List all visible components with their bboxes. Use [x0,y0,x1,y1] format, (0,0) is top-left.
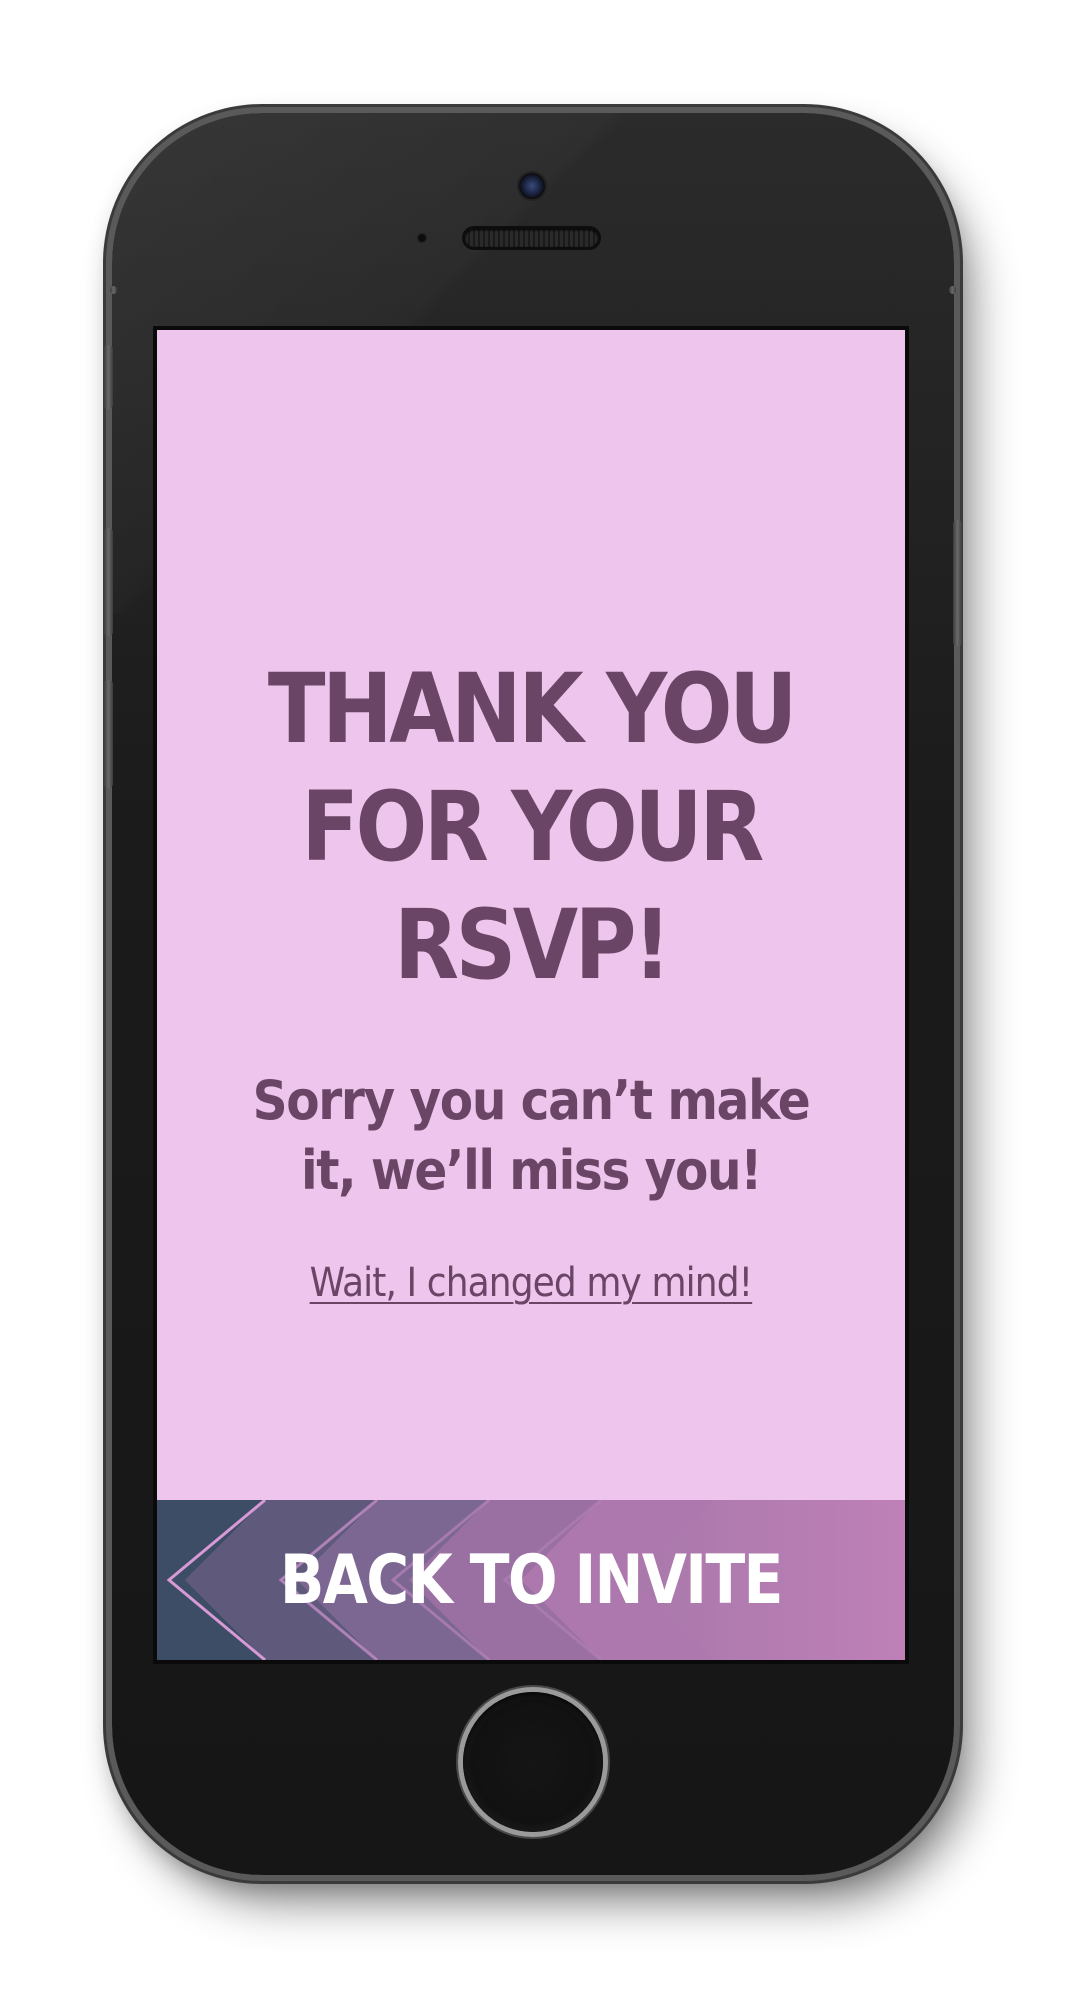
mute-switch [104,345,113,409]
proximity-sensor [417,233,427,243]
phone-screen: THANK YOU FOR YOUR RSVP! Sorry you can’t… [157,330,905,1660]
volume-down-button [104,680,113,788]
earpiece-speaker [465,229,598,247]
back-to-invite-label: BACK TO INVITE [157,1500,905,1660]
back-to-invite-text: BACK TO INVITE [280,1540,784,1620]
page-title: THANK YOU FOR YOUR RSVP! [267,653,798,1001]
stage: THANK YOU FOR YOUR RSVP! Sorry you can’t… [0,0,1066,1997]
volume-up-button [104,528,113,636]
back-to-invite-button[interactable]: BACK TO INVITE [157,1500,905,1660]
antenna-band-top [949,286,956,294]
decline-message: Sorry you can’t make it, we’ll miss you! [252,1069,811,1202]
antenna-band-top-left [110,286,117,294]
rsvp-confirmation: THANK YOU FOR YOUR RSVP! Sorry you can’t… [157,330,905,1500]
change-mind-link[interactable]: Wait, I changed my mind! [310,1260,753,1306]
front-camera [519,173,545,199]
power-button [953,520,962,646]
home-button[interactable] [463,1692,603,1832]
